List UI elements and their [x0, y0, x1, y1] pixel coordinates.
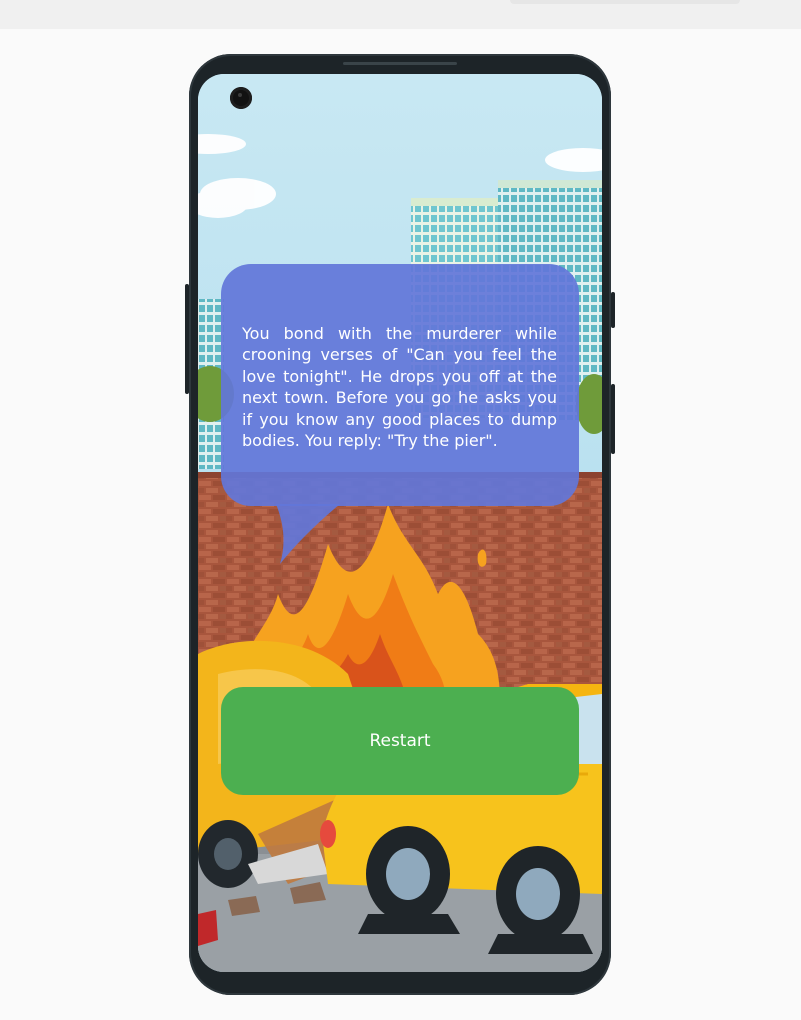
restart-button[interactable]: Restart — [221, 687, 579, 795]
browser-top-bar — [0, 0, 801, 29]
top-bar-shadow — [510, 0, 740, 4]
speech-bubble-tail — [276, 504, 340, 564]
phone-side-button-right-lower — [611, 384, 615, 454]
game-screen: You bond with the murderer while croonin… — [198, 74, 602, 972]
front-camera — [230, 87, 252, 109]
story-text: You bond with the murderer while croonin… — [242, 324, 557, 451]
camera-lens — [238, 93, 242, 97]
phone-speaker — [343, 62, 457, 65]
phone-side-button-right-upper — [611, 292, 615, 328]
game-scene-illustration — [198, 74, 602, 972]
